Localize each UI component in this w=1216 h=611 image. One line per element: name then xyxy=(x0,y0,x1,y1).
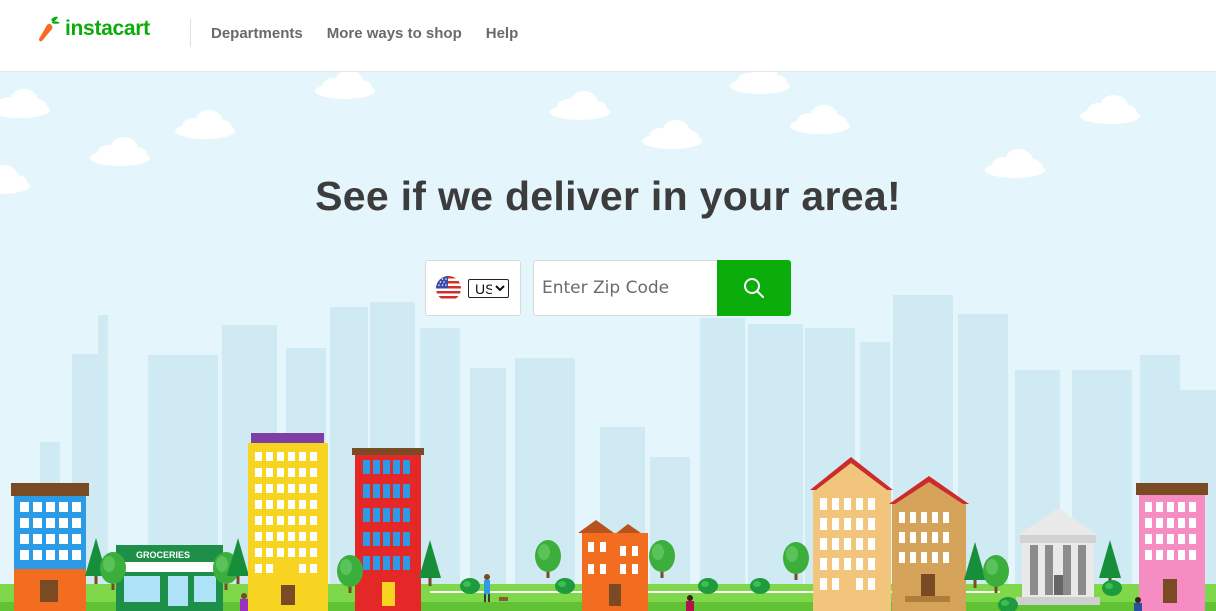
search-icon xyxy=(744,278,764,298)
city-illustration: GROCERIES xyxy=(0,72,1216,611)
us-flag-icon xyxy=(436,275,461,301)
nav-more-ways-to-shop[interactable]: More ways to shop xyxy=(327,25,462,42)
zip-code-input[interactable] xyxy=(533,260,717,316)
country-select[interactable]: US xyxy=(468,278,509,298)
logo-text: instacart xyxy=(65,17,150,40)
nav-help[interactable]: Help xyxy=(486,25,519,42)
hero-section: GROCERIES See if we deliver in your area… xyxy=(0,72,1216,611)
page-headline: See if we deliver in your area! xyxy=(315,173,901,219)
country-picker: US xyxy=(425,260,521,316)
carrot-icon xyxy=(39,16,60,42)
header-divider xyxy=(190,19,191,47)
nav-departments[interactable]: Departments xyxy=(211,25,303,42)
main-nav: Departments More ways to shop Help xyxy=(211,25,518,42)
instacart-logo[interactable]: instacart xyxy=(37,16,150,42)
top-navigation-bar: instacart Departments More ways to shop … xyxy=(0,0,1216,72)
groceries-sign: GROCERIES xyxy=(136,550,190,560)
search-button[interactable] xyxy=(717,260,791,316)
